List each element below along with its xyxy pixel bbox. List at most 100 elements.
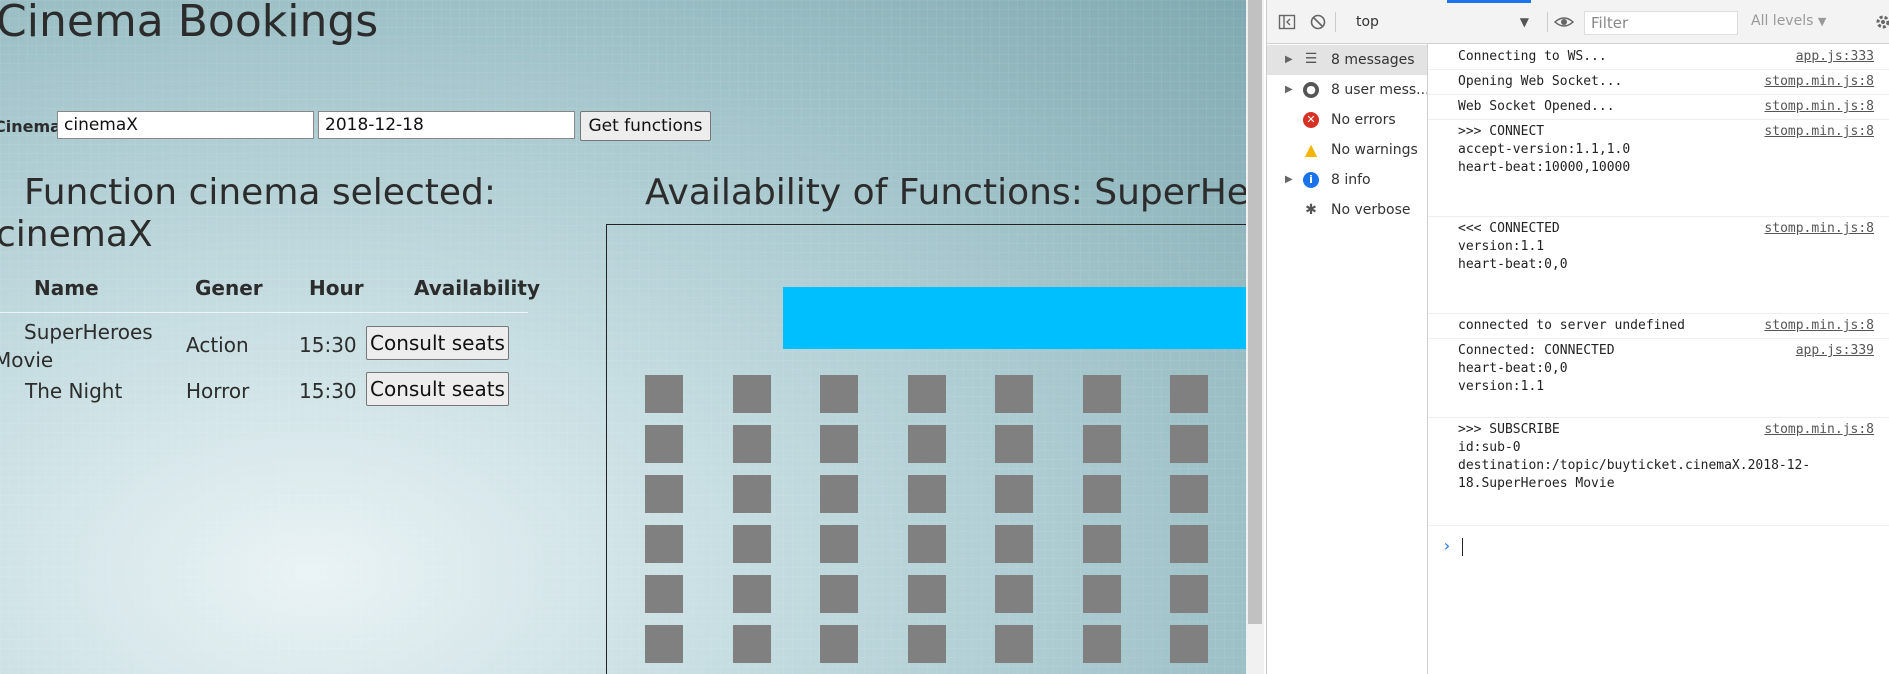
sidebar-item-label: No verbose [1331,202,1411,218]
seat[interactable] [820,575,858,613]
page-title: Cinema Bookings [0,0,379,47]
settings-gear-icon[interactable] [1874,13,1889,31]
seat[interactable] [820,375,858,413]
seat[interactable] [732,375,771,413]
seat[interactable] [995,425,1033,463]
seat[interactable] [820,525,858,563]
context-value: top [1356,14,1379,30]
live-expression-eye-icon[interactable] [1553,13,1575,31]
toolbar-separator [1335,12,1336,32]
message-source-link[interactable]: stomp.min.js:8 [1764,98,1874,116]
seat[interactable] [907,525,946,563]
seat[interactable] [1082,425,1121,463]
seat[interactable] [1170,625,1208,663]
seat[interactable] [645,475,683,513]
date-input[interactable]: 2018-12-18 [318,111,575,139]
seat[interactable] [732,625,771,663]
seat[interactable] [645,575,683,613]
console-messages: Connecting to WS... app.js:333 Opening W… [1428,44,1889,674]
devtools-console-panel: top ▼ Filter All levels ▼ ▶ ☰ 8 messages… [1266,0,1889,674]
active-tab-indicator [1447,0,1531,3]
list-icon: ☰ [1304,51,1318,67]
message-source-link[interactable]: stomp.min.js:8 [1764,317,1874,335]
message-text: Web Socket Opened... [1458,99,1615,114]
filter-input[interactable]: Filter [1584,11,1738,35]
context-selector[interactable]: top ▼ [1356,11,1537,33]
seat[interactable] [907,375,946,413]
seat[interactable] [1170,525,1208,563]
seat[interactable] [820,625,858,663]
seat[interactable] [995,525,1033,563]
header-divider [0,312,528,313]
sidebar-item-info[interactable]: ▶ i 8 info [1267,165,1427,195]
seat[interactable] [907,575,946,613]
seat[interactable] [820,425,858,463]
seat[interactable] [1082,375,1121,413]
console-toolbar: top ▼ Filter All levels ▼ [1267,0,1889,44]
error-icon: ✕ [1303,112,1319,128]
log-levels-dropdown[interactable]: All levels ▼ [1751,13,1826,29]
page-scrollbar-thumb[interactable] [1248,0,1262,624]
seat[interactable] [732,575,771,613]
seat[interactable] [820,475,858,513]
message-text: >>> CONNECT accept-version:1.1,1.0 heart… [1458,124,1631,175]
seat[interactable] [645,375,683,413]
seat[interactable] [732,525,771,563]
console-input-caret[interactable] [1462,538,1463,556]
expand-arrow-icon[interactable]: ▶ [1285,75,1293,105]
seat[interactable] [1170,425,1208,463]
availability-heading: Availability of Functions: SuperHeroes M… [645,172,1246,213]
message-text: >>> SUBSCRIBE id:sub-0 destination:/topi… [1458,422,1811,491]
message-source-link[interactable]: app.js:339 [1796,342,1874,360]
seat[interactable] [1082,525,1121,563]
seat[interactable] [645,625,683,663]
cinema-input[interactable]: cinemaX [57,111,314,139]
get-functions-button[interactable]: Get functions [580,111,711,141]
seat[interactable] [1170,575,1208,613]
message-text: connected to server undefined [1458,318,1685,333]
seat[interactable] [1170,475,1208,513]
column-header-hour: Hour [309,276,364,300]
message-source-link[interactable]: stomp.min.js:8 [1764,123,1874,141]
seat[interactable] [732,425,771,463]
clear-console-icon[interactable] [1309,13,1327,31]
seat[interactable] [995,375,1033,413]
seat[interactable] [907,475,946,513]
sidebar-item-label: No errors [1331,112,1396,128]
message-source-link[interactable]: app.js:333 [1796,48,1874,66]
seat-map-canvas[interactable] [606,224,1246,674]
consult-seats-button[interactable]: Consult seats [366,326,509,360]
sidebar-item-verbose[interactable]: ✱ No verbose [1267,195,1427,225]
message-source-link[interactable]: stomp.min.js:8 [1764,220,1874,238]
seat[interactable] [1082,575,1121,613]
seat[interactable] [907,425,946,463]
sidebar-item-messages[interactable]: ▶ ☰ 8 messages [1267,45,1427,75]
seat[interactable] [1082,475,1121,513]
message-text: Opening Web Socket... [1458,74,1623,89]
sidebar-toggle-icon[interactable] [1278,13,1296,31]
sidebar-item-user-messages[interactable]: ▶ ● 8 user mess... [1267,75,1427,105]
seat[interactable] [907,625,946,663]
page-scrollbar[interactable] [1246,0,1264,674]
function-gener: Horror [186,379,250,403]
sidebar-item-errors[interactable]: ✕ No errors [1267,105,1427,135]
seat[interactable] [995,575,1033,613]
seat[interactable] [645,525,683,563]
expand-arrow-icon[interactable]: ▶ [1285,45,1293,75]
user-icon: ● [1303,82,1319,98]
seat[interactable] [645,425,683,463]
message-text: Connected: CONNECTED heart-beat:0,0 vers… [1458,343,1615,394]
console-message: Opening Web Socket... stomp.min.js:8 [1428,69,1889,95]
seat[interactable] [1082,625,1121,663]
dropdown-arrow-icon: ▼ [1817,15,1827,28]
message-source-link[interactable]: stomp.min.js:8 [1764,421,1874,439]
message-source-link[interactable]: stomp.min.js:8 [1764,73,1874,91]
column-header-name: Name [34,276,99,300]
consult-seats-button[interactable]: Consult seats [366,372,509,406]
sidebar-item-warnings[interactable]: ▲ No warnings [1267,135,1427,165]
seat[interactable] [995,475,1033,513]
seat[interactable] [732,475,771,513]
seat[interactable] [995,625,1033,663]
expand-arrow-icon[interactable]: ▶ [1285,165,1293,195]
seat[interactable] [1170,375,1208,413]
